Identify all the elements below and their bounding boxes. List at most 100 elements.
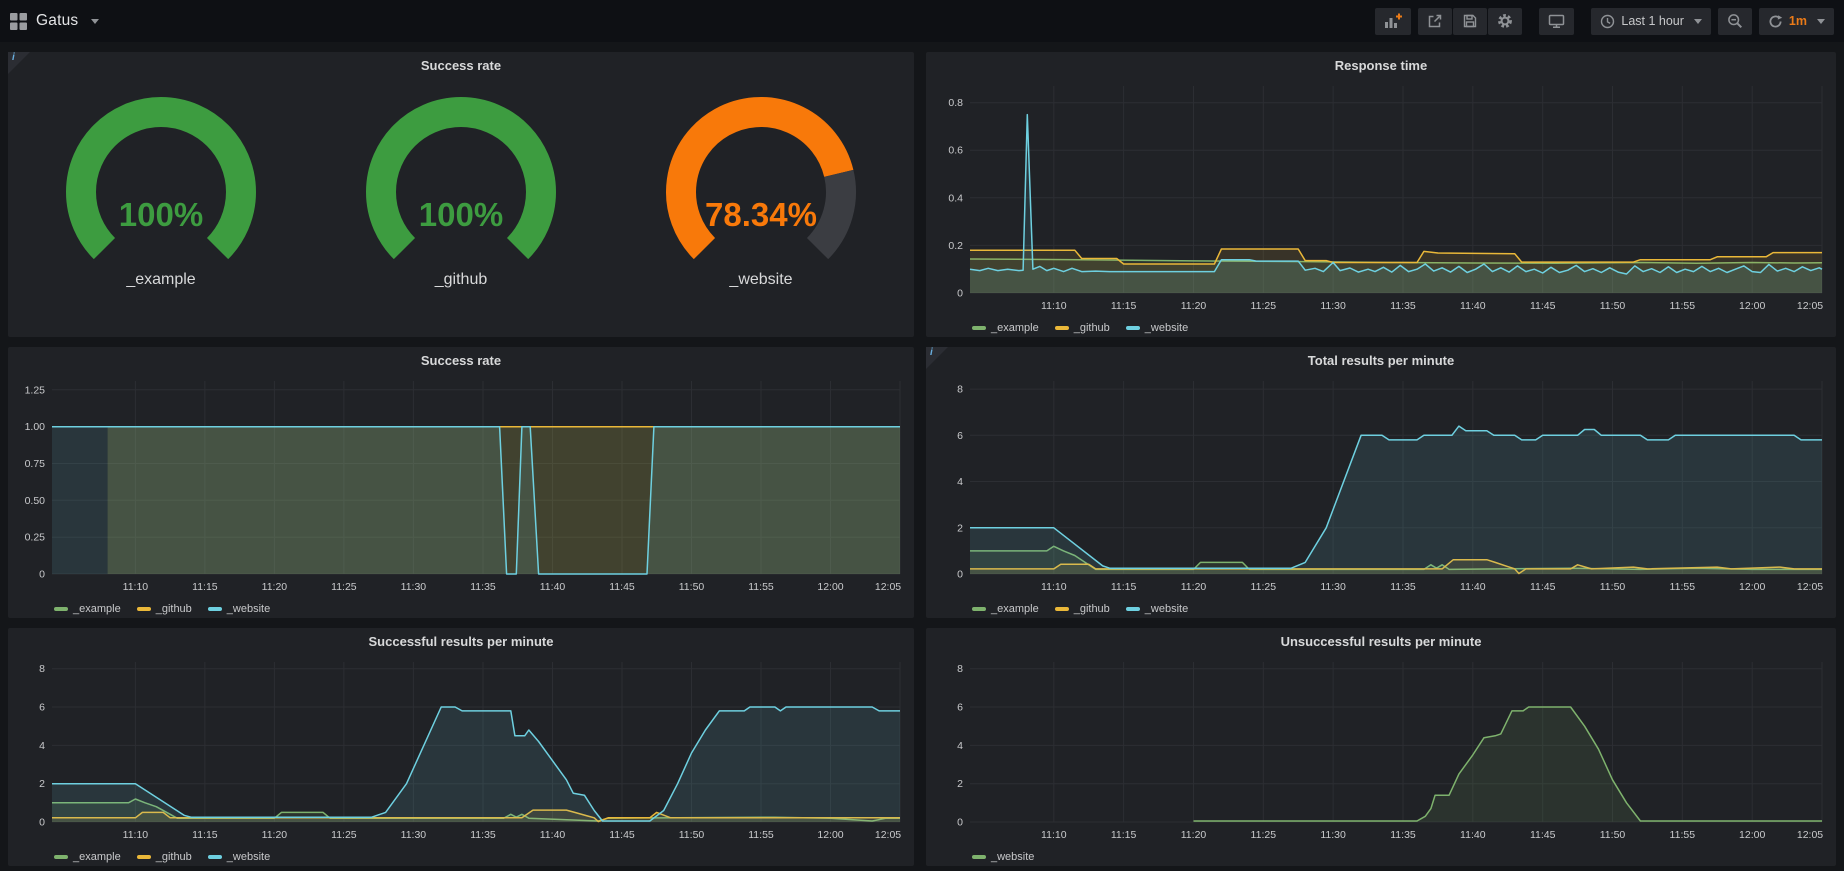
legend-swatch (972, 607, 986, 611)
x-tick-label: 11:10 (1041, 300, 1067, 312)
legend-item-_website[interactable]: _website (1126, 322, 1188, 334)
panel-response-time: Response time 00.20.40.60.811:1011:1511:… (926, 52, 1836, 337)
panel-header[interactable]: Total results per minute (926, 347, 1836, 373)
x-tick-label: 11:45 (1530, 581, 1556, 593)
x-tick-label: 11:35 (1390, 300, 1416, 312)
legend-swatch (137, 607, 151, 611)
x-tick-label: 11:40 (540, 581, 566, 593)
series-fill-_website (52, 707, 900, 822)
gauge-arc-remainder (818, 173, 841, 248)
x-tick-label: 11:40 (1460, 581, 1486, 593)
x-tick-label: 11:50 (679, 829, 705, 841)
legend-item-_website[interactable]: _website (1126, 603, 1188, 615)
legend-label: _website (1145, 322, 1188, 334)
x-tick-label: 11:45 (1530, 300, 1556, 312)
legend-label: _website (991, 851, 1034, 863)
y-tick-label: 0.25 (25, 532, 46, 544)
legend-item-_example[interactable]: _example (972, 603, 1039, 615)
panel-title[interactable]: Successful results per minute (369, 634, 554, 649)
refresh-caret-icon (1817, 19, 1825, 24)
legend-item-_github[interactable]: _github (137, 603, 192, 615)
panel-title[interactable]: Success rate (421, 353, 501, 368)
legend-swatch (208, 855, 222, 859)
settings-button[interactable] (1488, 8, 1522, 35)
zoom-out-icon (1727, 13, 1743, 29)
zoom-out-button[interactable] (1718, 8, 1752, 35)
y-tick-label: 0 (957, 569, 963, 581)
chart-canvas: 00.20.40.60.811:1011:1511:2011:2511:3011… (926, 78, 1836, 337)
legend-item-_github[interactable]: _github (1055, 603, 1110, 615)
tv-mode-button[interactable] (1539, 8, 1574, 35)
panel-info-corner[interactable]: i (8, 52, 30, 74)
dashboards-grid-icon[interactable] (10, 13, 27, 30)
chart-canvas: 0246811:1011:1511:2011:2511:3011:3511:40… (8, 654, 914, 866)
info-icon: i (12, 52, 15, 63)
panel-header[interactable]: Response time (926, 52, 1836, 78)
save-button[interactable] (1453, 8, 1487, 35)
y-tick-label: 6 (957, 430, 963, 442)
refresh-picker[interactable]: 1m (1759, 8, 1834, 35)
chart-canvas: 00.250.500.751.001.2511:1011:1511:2011:2… (8, 373, 914, 618)
panel-title[interactable]: Success rate (421, 58, 501, 73)
navbar: Gatus (0, 0, 1844, 42)
legend-swatch (1055, 326, 1069, 330)
chart-legend: _example _github _website (972, 603, 1188, 615)
panel-header[interactable]: Unsuccessful results per minute (926, 628, 1836, 654)
dashboard-title-caret-icon[interactable] (91, 19, 99, 24)
gauge-canvas: 78.34% (641, 92, 881, 264)
x-tick-label: 11:30 (1320, 829, 1346, 841)
y-tick-label: 8 (39, 663, 45, 675)
time-range-caret-icon (1694, 19, 1702, 24)
gauge-value: 100% (419, 196, 503, 233)
x-tick-label: 11:55 (748, 829, 774, 841)
legend-item-_website[interactable]: _website (208, 603, 270, 615)
panel-title[interactable]: Response time (1335, 58, 1427, 73)
gauge-_website: 78.34%_website (611, 92, 911, 337)
panel-header[interactable]: Success rate (8, 52, 914, 78)
panel-info-corner[interactable]: i (926, 347, 948, 369)
legend-item-_example[interactable]: _example (972, 322, 1039, 334)
gauge-row: 100%_example100%_github78.34%_website (8, 78, 914, 337)
x-tick-label: 11:45 (609, 829, 635, 841)
panel-unsuccessful-results: Unsuccessful results per minute 0246811:… (926, 628, 1836, 866)
x-tick-label: 11:15 (192, 829, 218, 841)
x-tick-label: 11:25 (331, 829, 357, 841)
time-range-picker[interactable]: Last 1 hour (1591, 8, 1711, 35)
x-tick-label: 11:25 (331, 581, 357, 593)
x-tick-label: 11:30 (1320, 300, 1346, 312)
gauge-_github: 100%_github (311, 92, 611, 337)
legend-label: _github (1074, 322, 1110, 334)
chart-legend: _example _github _website (54, 603, 270, 615)
dashboard-title[interactable]: Gatus (36, 12, 78, 30)
x-tick-label: 11:10 (123, 581, 149, 593)
legend-item-_github[interactable]: _github (1055, 322, 1110, 334)
legend-item-_website[interactable]: _website (208, 851, 270, 863)
legend-item-_example[interactable]: _example (54, 603, 121, 615)
x-tick-label: 11:30 (401, 581, 427, 593)
legend-swatch (208, 607, 222, 611)
share-button[interactable] (1418, 8, 1452, 35)
panel-title[interactable]: Unsuccessful results per minute (1281, 634, 1482, 649)
legend-label: _example (73, 603, 121, 615)
y-tick-label: 0.6 (948, 145, 963, 157)
panel-header[interactable]: Successful results per minute (8, 628, 914, 654)
legend-label: _example (991, 322, 1039, 334)
legend-swatch (54, 855, 68, 859)
legend-item-_website[interactable]: _website (972, 851, 1034, 863)
x-tick-label: 11:10 (1041, 829, 1067, 841)
panel-header[interactable]: Success rate (8, 347, 914, 373)
share-icon (1427, 13, 1443, 29)
x-tick-label: 11:25 (1251, 300, 1277, 312)
x-tick-label: 11:45 (1530, 829, 1556, 841)
add-panel-button[interactable] (1375, 8, 1411, 35)
panel-title[interactable]: Total results per minute (1308, 353, 1454, 368)
x-tick-label: 11:30 (401, 829, 427, 841)
grafana-dashboard: { "ui": { "info_icon_char": "i" }, "navb… (0, 0, 1844, 871)
y-tick-label: 1.00 (25, 421, 46, 433)
y-tick-label: 2 (957, 522, 963, 534)
x-tick-label: 12:05 (1797, 581, 1823, 593)
x-tick-label: 11:55 (748, 581, 774, 593)
legend-item-_example[interactable]: _example (54, 851, 121, 863)
legend-swatch (972, 326, 986, 330)
legend-item-_github[interactable]: _github (137, 851, 192, 863)
